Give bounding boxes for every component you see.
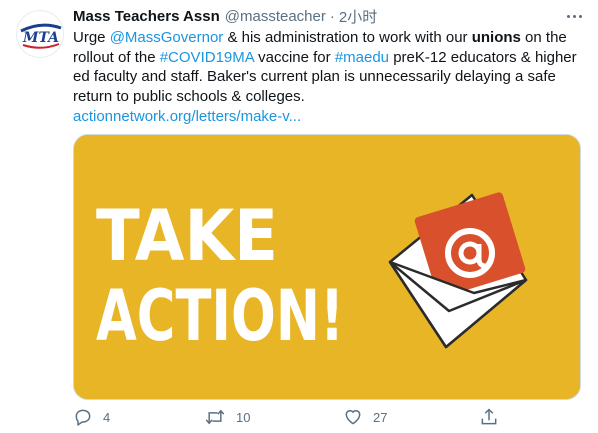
retweet-count: 10 [236,409,251,425]
reply-icon [75,409,91,426]
separator-dot: · [329,7,335,25]
more-icon-dot [572,14,576,18]
text-segment: & his administration to work with our [223,29,472,46]
avatar-logo-text: MTA [22,30,59,46]
tweet[interactable]: MTA Mass Teachers Assn @massteacher · 2小… [0,0,598,433]
mention-link[interactable]: @MassGovernor [110,29,224,46]
text-segment: vaccine for [253,48,335,66]
tweet-text: Urge @MassGovernor & his administration … [73,28,588,127]
author-handle[interactable]: @massteacher [225,8,326,25]
like-button[interactable]: 27 [343,405,387,429]
more-icon [566,14,570,18]
tweet-header: Mass Teachers Assn @massteacher · 2小时 [73,6,377,26]
more-options-button[interactable] [564,7,584,25]
reply-count: 4 [103,409,111,425]
reply-button[interactable]: 4 [73,405,110,429]
hashtag-link[interactable]: #COVID19MA [160,49,254,66]
retweet-icon [205,409,225,425]
text-segment: Urge [73,29,110,46]
timestamp[interactable]: 2小时 [339,6,377,27]
retweet-button[interactable]: 10 [204,405,250,429]
heart-icon [345,410,361,425]
author-name[interactable]: Mass Teachers Assn [73,8,220,25]
mta-logo: MTA [20,23,62,49]
share-icon [481,408,497,425]
url-link[interactable]: actionnetwork.org/letters/make-v... [73,108,301,125]
tweet-media-image[interactable]: TAKE ACTION! [73,134,581,400]
bold-word: unions [471,29,521,46]
share-button[interactable] [479,405,499,429]
like-count: 27 [373,409,388,425]
hashtag-link[interactable]: #maedu [335,49,389,66]
more-icon-dot [578,14,582,18]
take-text: TAKE [96,195,278,277]
action-text: ACTION! [96,275,344,357]
tweet-actions: 4 10 27 [73,405,543,429]
avatar[interactable]: MTA [16,10,64,58]
